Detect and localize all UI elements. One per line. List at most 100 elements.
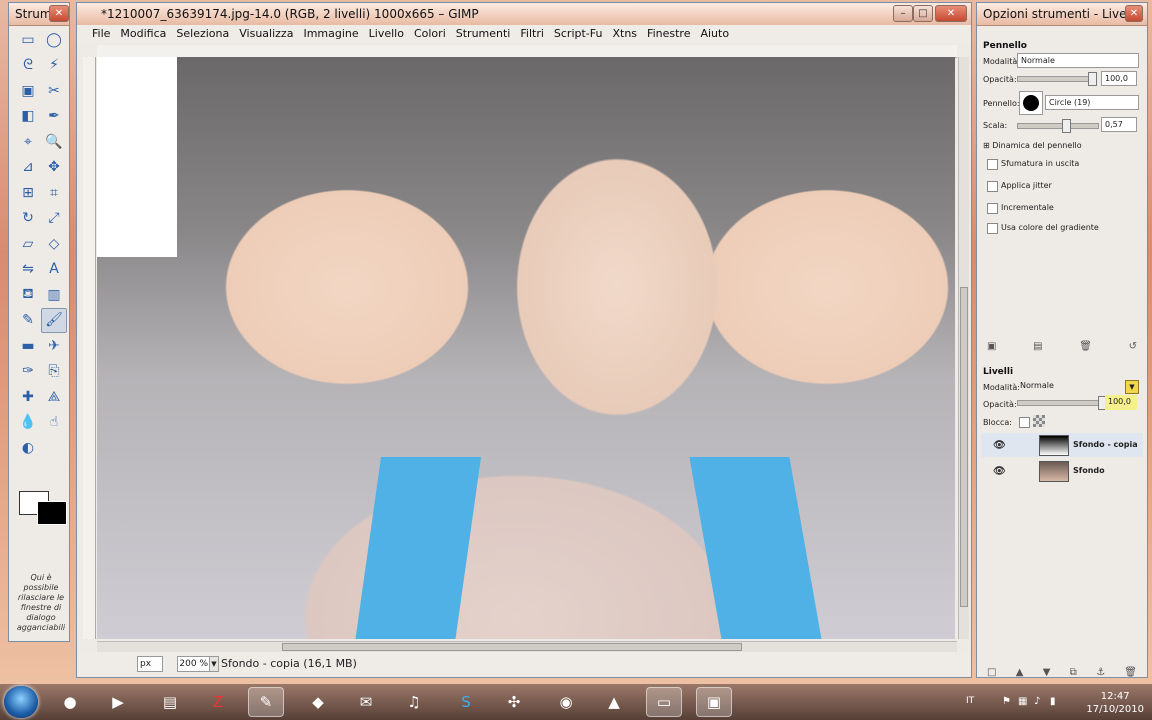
vertical-scrollbar[interactable] [958, 57, 969, 639]
zoom-dropdown-icon[interactable]: ▼ [209, 656, 219, 672]
firefox-icon[interactable]: ● [52, 687, 88, 717]
anchor-layer-icon[interactable]: ⚓ [1096, 667, 1105, 678]
smudge-icon[interactable]: ☝ [41, 410, 67, 436]
app-icon[interactable]: ▲ [596, 687, 632, 717]
globe-icon[interactable]: ◉ [548, 687, 584, 717]
opacity-slider-knob[interactable] [1088, 72, 1097, 86]
image-canvas[interactable] [97, 57, 955, 639]
pencil-icon[interactable]: ✎ [15, 308, 41, 334]
menu-seleziona[interactable]: Seleziona [171, 25, 234, 43]
opacity-slider[interactable] [1017, 72, 1097, 86]
dodge-burn-icon[interactable]: ◐ [15, 435, 41, 461]
minimize-button[interactable]: – [893, 5, 913, 22]
layer-row-sfondo[interactable]: 👁 Sfondo [981, 459, 1143, 483]
blur-icon[interactable]: 💧 [15, 410, 41, 436]
vertical-scroll-thumb[interactable] [960, 287, 968, 607]
vertical-ruler[interactable] [83, 57, 96, 639]
start-button[interactable] [4, 686, 38, 718]
visibility-eye-icon[interactable]: 👁 [993, 466, 1006, 477]
align-icon[interactable]: ⊞ [15, 180, 41, 206]
scissors-icon[interactable]: ✂ [41, 78, 67, 104]
layer-mode-dropdown-icon[interactable]: ▼ [1125, 380, 1139, 394]
clock[interactable]: 12:47 17/10/2010 [1086, 690, 1144, 716]
screen-recorder-icon[interactable]: ▣ [696, 687, 732, 717]
jitter-checkbox[interactable] [987, 181, 998, 192]
shear-icon[interactable]: ▱ [15, 231, 41, 257]
bucket-fill-icon[interactable]: ⛾ [15, 282, 41, 308]
heal-icon[interactable]: ✚ [15, 384, 41, 410]
menu-colori[interactable]: Colori [409, 25, 451, 43]
language-indicator[interactable]: IT [966, 696, 974, 706]
menu-aiuto[interactable]: Aiuto [695, 25, 734, 43]
menu-finestre[interactable]: Finestre [642, 25, 695, 43]
scale-value[interactable]: 0,57 [1101, 117, 1137, 132]
lower-layer-icon[interactable]: ▼ [1043, 667, 1051, 678]
menu-script-fu[interactable]: Script-Fu [549, 25, 608, 43]
menu-xtns[interactable]: Xtns [607, 25, 642, 43]
fade-out-checkbox[interactable] [987, 159, 998, 170]
airbrush-icon[interactable]: ✈ [41, 333, 67, 359]
incremental-checkbox[interactable] [987, 203, 998, 214]
rect-select-icon[interactable]: ▭ [15, 27, 41, 53]
gimp-icon[interactable]: ✎ [248, 687, 284, 717]
brush-preview[interactable] [1019, 91, 1043, 115]
horizontal-scrollbar[interactable] [97, 641, 957, 652]
layer-mode-select[interactable]: Normale [1017, 379, 1139, 394]
gradient-icon[interactable]: ▥ [41, 282, 67, 308]
delete-options-icon[interactable]: 🗑 [1079, 341, 1092, 352]
delete-layer-icon[interactable]: 🗑 [1124, 667, 1137, 678]
zoom-icon[interactable]: 🔍 [41, 129, 67, 155]
power-icon[interactable]: ▮ [1050, 696, 1056, 707]
menu-file[interactable]: File [87, 25, 115, 43]
volume-icon[interactable]: ♪ [1034, 696, 1040, 707]
foreground-select-icon[interactable]: ◧ [15, 104, 41, 130]
dock-titlebar[interactable]: Opzioni strumenti - Livelli [977, 3, 1147, 26]
paths-icon[interactable]: ✒ [41, 104, 67, 130]
gradient-color-checkbox[interactable] [987, 223, 998, 234]
folder-icon[interactable]: ▤ [152, 687, 188, 717]
restore-options-icon[interactable]: ▤ [1033, 341, 1042, 352]
filezilla-icon[interactable]: Z [200, 687, 236, 717]
zoom-field[interactable]: 200 % [177, 656, 211, 672]
lock-alpha-icon[interactable] [1033, 415, 1045, 427]
media-player-icon[interactable]: ▶ [100, 687, 136, 717]
lock-pixels-checkbox[interactable] [1019, 417, 1030, 428]
raise-layer-icon[interactable]: ▲ [1016, 667, 1024, 678]
visibility-eye-icon[interactable]: 👁 [993, 440, 1006, 451]
measure-icon[interactable]: ⊿ [15, 155, 41, 181]
scale-slider[interactable] [1017, 119, 1099, 133]
email-icon[interactable]: ✉ [348, 687, 384, 717]
menu-strumenti[interactable]: Strumenti [451, 25, 516, 43]
clone-icon[interactable]: ⎘ [41, 359, 67, 385]
image-titlebar[interactable]: *1210007_63639174.jpg-14.0 (RGB, 2 livel… [77, 3, 971, 26]
duplicate-layer-icon[interactable]: ⧉ [1070, 667, 1077, 678]
perspective-icon[interactable]: ◇ [41, 231, 67, 257]
layer-row-sfondo-copia[interactable]: 👁 Sfondo - copia [981, 433, 1143, 457]
color-swatches[interactable] [19, 491, 69, 525]
network-tray-icon[interactable]: ▦ [1018, 696, 1027, 707]
headphones-icon[interactable]: ♫ [396, 687, 432, 717]
perspective-clone-icon[interactable]: ⟁ [41, 384, 67, 410]
menu-modifica[interactable]: Modifica [115, 25, 171, 43]
unit-selector[interactable]: px [137, 656, 163, 672]
horizontal-scroll-thumb[interactable] [282, 643, 742, 651]
select-by-color-icon[interactable]: ▣ [15, 78, 41, 104]
lasso-icon[interactable]: ᘓ [15, 53, 41, 79]
text-icon[interactable]: A [41, 257, 67, 283]
crop-icon[interactable]: ⌗ [41, 180, 67, 206]
menu-visualizza[interactable]: Visualizza [234, 25, 298, 43]
opacity-value[interactable]: 100,0 [1101, 71, 1137, 86]
save-options-icon[interactable]: ▣ [987, 341, 996, 352]
move-icon[interactable]: ✥ [41, 155, 67, 181]
tester-icon[interactable]: ◆ [300, 687, 336, 717]
eraser-icon[interactable]: ▬ [15, 333, 41, 359]
scale-icon[interactable]: ⤢ [41, 206, 67, 232]
flag-icon[interactable]: ⚑ [1002, 696, 1011, 707]
mode-select[interactable]: Normale [1017, 53, 1139, 68]
menu-filtri[interactable]: Filtri [515, 25, 549, 43]
scale-slider-knob[interactable] [1062, 119, 1071, 133]
maximize-button[interactable]: □ [913, 5, 933, 22]
background-color[interactable] [37, 501, 67, 525]
close-button[interactable]: ✕ [935, 5, 967, 22]
ellipse-select-icon[interactable]: ◯ [41, 27, 67, 53]
